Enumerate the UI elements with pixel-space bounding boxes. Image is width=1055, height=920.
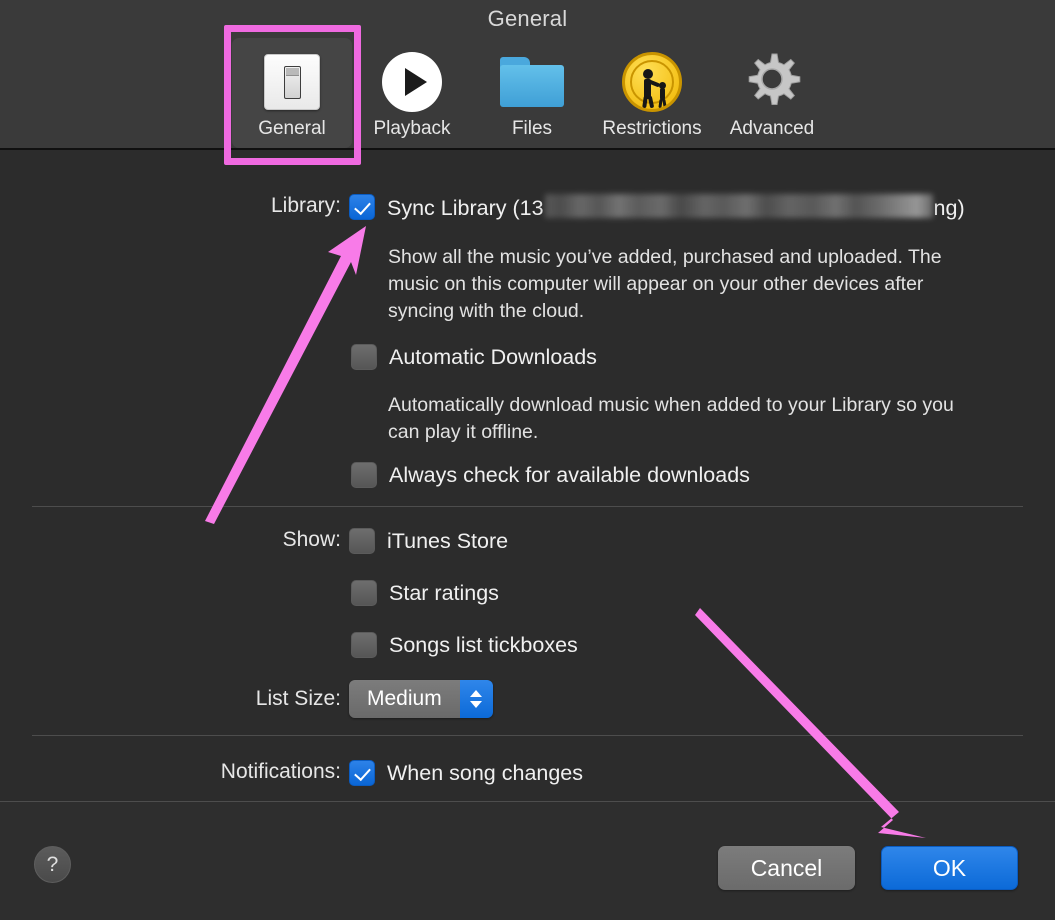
toolbar-item-advanced[interactable]: Advanced <box>712 38 832 148</box>
ok-button[interactable]: OK <box>881 846 1018 890</box>
window-title: General <box>487 6 568 31</box>
sync-library-suffix: ng) <box>933 196 965 220</box>
stepper-chevrons-icon[interactable] <box>459 680 493 718</box>
section-divider-1 <box>32 506 1023 507</box>
always-check-downloads-label: Always check for available downloads <box>389 463 750 487</box>
redacted-text <box>544 194 933 218</box>
gear-icon <box>738 48 806 116</box>
show-label: Show: <box>282 528 341 551</box>
sync-library-label: Sync Library (13 ng) <box>387 194 965 221</box>
sync-library-checkbox[interactable] <box>349 194 375 220</box>
section-divider-2 <box>32 735 1023 736</box>
toolbar-item-advanced-label: Advanced <box>729 118 815 139</box>
automatic-downloads-label: Automatic Downloads <box>389 345 597 369</box>
show-itunes-store-checkbox[interactable] <box>349 528 375 554</box>
help-button[interactable]: ? <box>34 846 71 883</box>
automatic-downloads-checkbox[interactable] <box>351 344 377 370</box>
songs-list-tickboxes-row: Songs list tickboxes <box>351 632 578 658</box>
library-label: Library: <box>270 194 341 217</box>
list-size-popup-button[interactable]: Medium <box>349 680 493 718</box>
show-row: Show: iTunes Store <box>0 528 1055 554</box>
list-size-row: List Size: Medium <box>0 680 1055 718</box>
notifications-label: Notifications: <box>220 760 341 783</box>
list-size-label: List Size: <box>255 687 341 710</box>
star-ratings-row: Star ratings <box>351 580 499 606</box>
always-check-downloads-checkbox[interactable] <box>351 462 377 488</box>
notifications-row: Notifications: When song changes <box>0 760 1055 786</box>
library-row: Library: Sync Library (13 ng) <box>0 194 1055 221</box>
folder-icon <box>498 48 566 116</box>
preferences-toolbar: General Playback Files Restrictions Adva… <box>0 38 1055 150</box>
toolbar-item-restrictions-label: Restrictions <box>602 118 702 139</box>
toolbar-item-playback[interactable]: Playback <box>352 38 472 148</box>
automatic-downloads-row: Automatic Downloads <box>351 344 597 370</box>
automatic-downloads-description: Automatically download music when added … <box>388 394 954 443</box>
when-song-changes-label: When song changes <box>387 761 584 785</box>
show-songs-list-tickboxes-checkbox[interactable] <box>351 632 377 658</box>
toolbar-item-files[interactable]: Files <box>472 38 592 148</box>
toolbar-item-general-label: General <box>258 118 326 139</box>
parental-controls-icon <box>618 48 686 116</box>
cancel-button[interactable]: Cancel <box>718 846 855 890</box>
sync-library-description: Show all the music you’ve added, purchas… <box>388 246 942 322</box>
light-switch-icon <box>258 48 326 116</box>
toolbar-item-playback-label: Playback <box>373 118 451 139</box>
show-itunes-store-label: iTunes Store <box>387 529 509 553</box>
window-titlebar: General <box>0 0 1055 38</box>
when-song-changes-checkbox[interactable] <box>349 760 375 786</box>
toolbar-item-general[interactable]: General <box>232 38 352 148</box>
toolbar-item-restrictions[interactable]: Restrictions <box>592 38 712 148</box>
play-circle-icon <box>378 48 446 116</box>
sync-library-prefix: Sync Library (13 <box>387 196 544 220</box>
always-check-row: Always check for available downloads <box>351 462 750 488</box>
list-size-value: Medium <box>349 680 460 718</box>
show-songs-list-tickboxes-label: Songs list tickboxes <box>389 633 578 657</box>
general-preferences-pane: Library: Sync Library (13 ng) Show all th… <box>0 152 1055 801</box>
toolbar-item-files-label: Files <box>511 118 553 139</box>
show-star-ratings-label: Star ratings <box>389 581 499 605</box>
show-star-ratings-checkbox[interactable] <box>351 580 377 606</box>
